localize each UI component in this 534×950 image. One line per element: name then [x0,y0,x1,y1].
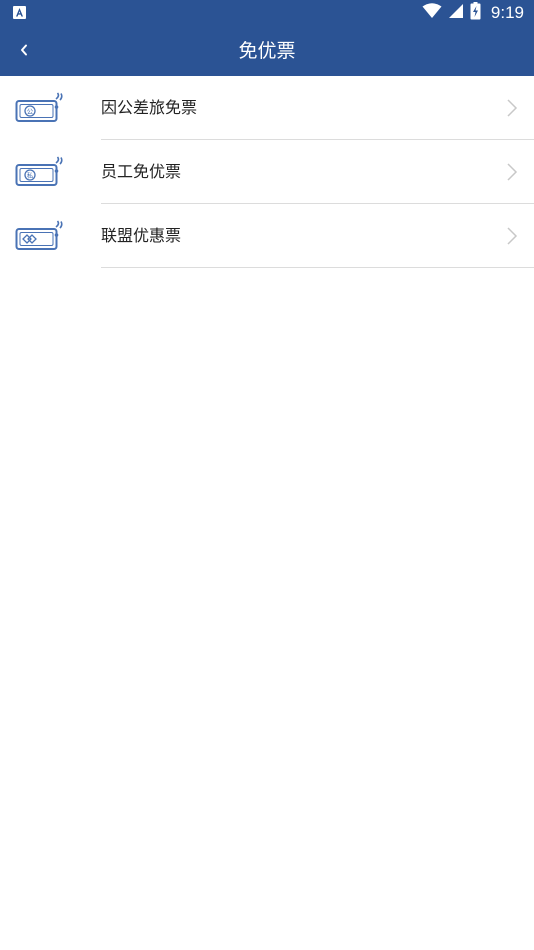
ticket-si-icon: 私 [14,155,64,189]
chevron-right-icon [506,226,518,246]
menu-item-staff-ticket[interactable]: 私 员工免优票 [0,140,534,204]
menu-list: 公 因公差旅免票 私 员工免优票 联盟优惠票 [0,76,534,268]
ticket-badge-text: 私 [27,171,34,180]
menu-item-business-travel-ticket[interactable]: 公 因公差旅免票 [0,76,534,140]
status-time: 9:19 [490,3,524,22]
battery-charging-icon [470,2,481,24]
wifi-icon [422,3,442,23]
chevron-right-icon [506,98,518,118]
menu-item-label: 员工免优票 [101,162,182,181]
status-bar: 9:19 [0,0,534,26]
back-button[interactable] [8,35,40,67]
menu-item-alliance-ticket[interactable]: 联盟优惠票 [0,204,534,268]
menu-item-label: 联盟优惠票 [101,226,182,245]
a-app-icon [13,6,26,19]
divider [101,267,534,268]
app-bar: 免优票 [0,26,534,76]
screen: 9:19 免优票 公 因公差旅免票 私 员工免优票 联盟优惠票 [0,0,534,950]
signal-icon [448,3,464,23]
page-title: 免优票 [238,40,296,62]
menu-item-label: 因公差旅免票 [101,98,198,117]
ticket-badge-text: 公 [27,108,34,116]
ticket-alliance-icon [14,219,64,253]
status-icons: 9:19 [422,2,524,24]
chevron-left-icon [19,42,29,61]
ticket-gong-icon: 公 [14,91,64,125]
chevron-right-icon [506,162,518,182]
